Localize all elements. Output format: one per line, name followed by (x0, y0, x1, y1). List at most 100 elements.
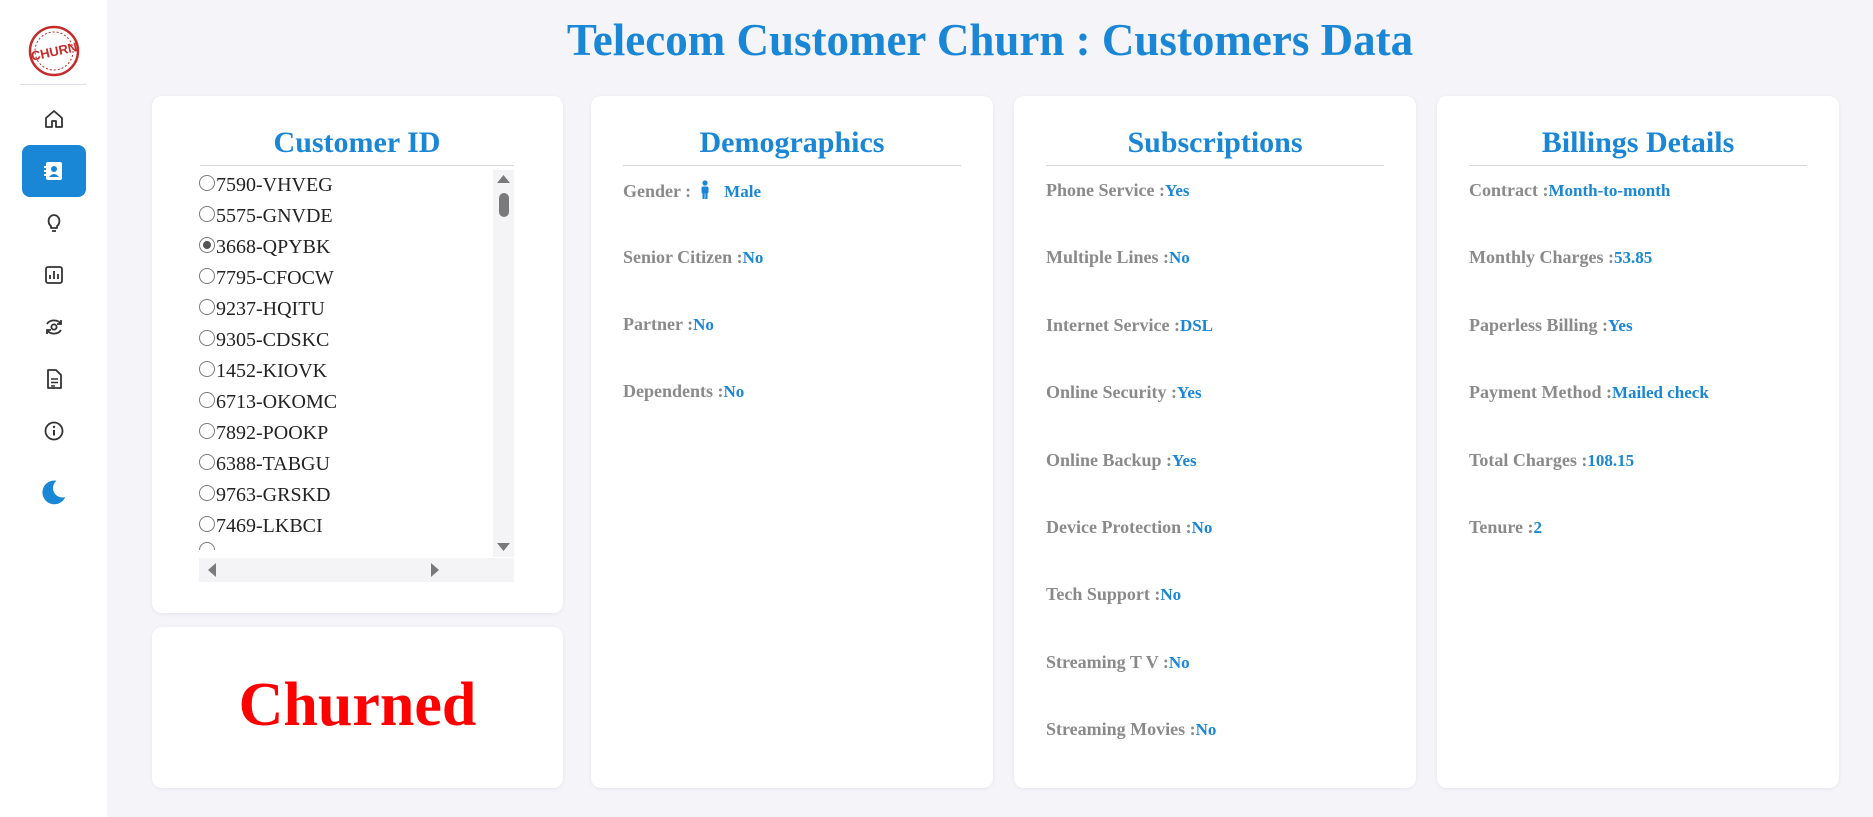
gender-value: Male (724, 182, 761, 201)
senior-citizen-value: No (742, 248, 764, 267)
nav-insights[interactable] (22, 197, 86, 249)
dark-mode-toggle[interactable] (22, 466, 86, 518)
horizontal-scrollbar[interactable] (199, 558, 514, 582)
billing-label: Contract : (1469, 180, 1549, 200)
radio-button[interactable] (199, 422, 215, 439)
billing-field: Payment Method :Mailed check (1469, 382, 1709, 403)
customer-id-option[interactable]: 7469-LKBCI (199, 511, 323, 542)
contact-card-icon (44, 162, 62, 180)
moon-icon (42, 480, 66, 505)
nav-about[interactable] (22, 405, 86, 457)
document-icon (47, 369, 62, 389)
radio-button[interactable] (199, 515, 215, 532)
scroll-right-icon (431, 563, 439, 577)
subscriptions-heading: Subscriptions (1046, 124, 1384, 166)
customer-id-list[interactable]: 7590-VHVEG 5575-GNVDE 3668-QPYBK 7795-CFOCW… (152, 170, 563, 590)
customer-id-text: 1452-KIOVK (216, 360, 328, 382)
churn-logo[interactable]: CHURN (28, 25, 80, 77)
customer-id-option[interactable]: 7795-CFOCW (199, 263, 334, 294)
radio-button[interactable] (199, 360, 215, 377)
radio-button[interactable] (199, 391, 215, 408)
billing-value: 2 (1533, 518, 1543, 537)
subscription-label: Device Protection : (1046, 517, 1192, 537)
customer-id-option[interactable]: 6713-OKOMC (199, 387, 337, 418)
billing-details-heading: Billings Details (1469, 124, 1807, 166)
subscription-value: No (1195, 720, 1217, 740)
radio-button[interactable] (199, 298, 215, 315)
dependents-field: Dependents :No (623, 381, 744, 402)
nav-customers-data[interactable] (22, 145, 86, 197)
subscription-field: Tech Support :No (1046, 584, 1181, 605)
senior-citizen-field: Senior Citizen :No (623, 247, 763, 268)
scroll-left-icon (208, 563, 216, 577)
partner-label: Partner : (623, 314, 694, 334)
billing-value: 108.15 (1587, 450, 1635, 470)
nav-report[interactable] (22, 353, 86, 405)
billing-value: 53.85 (1614, 248, 1653, 268)
dependents-value: No (723, 382, 745, 401)
subscription-field: Device Protection :No (1046, 517, 1212, 538)
customer-id-option[interactable]: 9763-GRSKD (199, 480, 330, 511)
gender-label: Gender : (623, 181, 696, 201)
sidebar: CHURN (0, 0, 107, 817)
radio-button[interactable] (199, 205, 215, 222)
billing-label: Payment Method : (1469, 382, 1612, 403)
customer-id-text: 9763-GRSKD (216, 484, 331, 506)
customer-id-text: 9305-CDSKC (216, 329, 330, 351)
subscription-label: Phone Service : (1046, 180, 1165, 200)
dependents-label: Dependents : (623, 381, 724, 401)
churn-status-card: Churned (152, 627, 563, 788)
customer-id-text: 6713-OKOMC (216, 391, 338, 413)
customer-id-option[interactable]: 7892-POOKP (199, 418, 328, 449)
customer-id-option[interactable]: 7590-VHVEG (199, 170, 333, 201)
radio-button[interactable] (199, 484, 215, 501)
customer-id-option[interactable]: 6388-TABGU (199, 449, 330, 480)
radio-button[interactable] (199, 453, 215, 470)
subscription-value: Yes (1172, 450, 1197, 470)
subscription-field: Multiple Lines :No (1046, 247, 1190, 268)
customer-id-text: 7795-CFOCW (216, 267, 334, 289)
billing-value: Yes (1608, 315, 1633, 335)
subscription-field: Streaming T V :No (1046, 652, 1190, 673)
customer-id-option[interactable]: 1452-KIOVK (199, 356, 327, 387)
customer-id-text: 7590-VHVEG (216, 174, 333, 196)
nav-home[interactable] (22, 93, 86, 145)
gender-field: Gender : Male (623, 180, 761, 202)
logo-divider (20, 84, 86, 85)
senior-citizen-label: Senior Citizen : (623, 247, 743, 267)
customer-id-text: 7892-POOKP (216, 422, 329, 444)
customer-id-option[interactable]: 9237-HQITU (199, 294, 325, 325)
male-icon (701, 180, 709, 199)
radio-button[interactable] (199, 329, 215, 346)
subscription-label: Online Security : (1046, 382, 1177, 403)
customer-id-text: 5575-GNVDE (216, 205, 333, 227)
billing-field: Paperless Billing :Yes (1469, 315, 1633, 336)
subscription-field: Internet Service :DSL (1046, 315, 1213, 336)
subscription-label: Internet Service : (1046, 314, 1180, 335)
subscription-field: Streaming Movies :No (1046, 719, 1216, 740)
nav-charts[interactable] (22, 249, 86, 301)
subscription-value: No (1168, 652, 1190, 672)
subscriptions-card: Subscriptions Phone Service : Yes Multiple… (1014, 96, 1416, 788)
scroll-down-icon (497, 543, 510, 551)
subscription-label: Multiple Lines : (1046, 247, 1170, 268)
subscription-value: Yes (1177, 383, 1202, 403)
vertical-scrollbar[interactable] (493, 170, 514, 557)
billing-value: Month-to-month (1548, 181, 1671, 200)
partner-value: No (693, 315, 714, 334)
customer-id-option[interactable]: 3668-QPYBK (199, 232, 330, 263)
billing-field: Contract :Month-to-month (1469, 180, 1670, 201)
subscription-label: Online Backup : (1046, 449, 1173, 470)
demographics-card: Demographics Gender : Male Senior Citize… (591, 96, 993, 788)
billing-label: Monthly Charges : (1469, 247, 1614, 268)
nav-prediction[interactable] (22, 301, 86, 353)
radio-button[interactable] (199, 174, 215, 191)
customer-id-option[interactable]: 5575-GNVDE (199, 201, 333, 232)
churn-status-label: Churned (238, 671, 477, 739)
customer-id-text: 9237-HQITU (216, 298, 325, 320)
customer-id-text: 3668-QPYBK (216, 236, 331, 258)
radio-button[interactable] (199, 267, 215, 284)
radio-button[interactable] (199, 236, 215, 253)
lightbulb-icon (47, 214, 61, 232)
customer-id-option[interactable]: 9305-CDSKC (199, 325, 329, 356)
